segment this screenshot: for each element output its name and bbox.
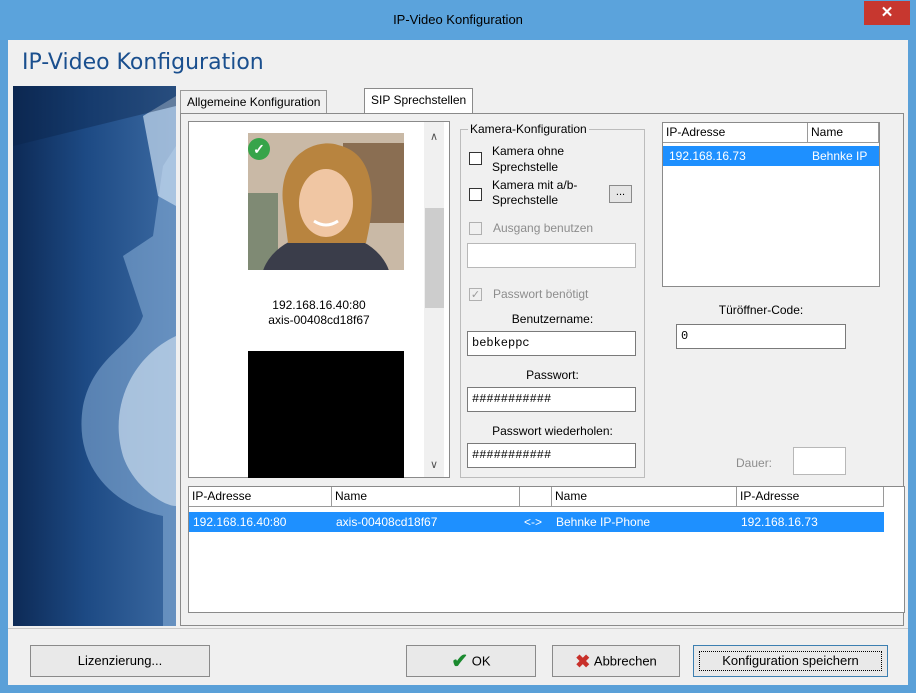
ok-button[interactable]: ✔ OK <box>406 645 536 677</box>
kamera-ohne-label: Kamera ohne Sprechstelle <box>492 144 565 174</box>
sip-header-name[interactable]: Name <box>808 123 879 143</box>
scrollbar-thumb[interactable] <box>425 208 444 308</box>
tab-allgemeine-konfiguration[interactable]: Allgemeine Konfiguration <box>180 90 328 114</box>
map-row-name2: Behnke IP-Phone <box>556 515 651 529</box>
tab-sip-sprechstellen[interactable]: SIP Sprechstellen <box>364 88 474 114</box>
kamera-konfiguration-title: Kamera-Konfiguration <box>468 122 589 136</box>
lizenzierung-button[interactable]: Lizenzierung... <box>30 645 210 677</box>
passwort-field[interactable]: ########### <box>467 387 636 412</box>
ok-button-label: OK <box>471 653 491 669</box>
window-title: IP-Video Konfiguration <box>393 12 523 27</box>
sip-header-ip[interactable]: IP-Adresse <box>663 123 808 143</box>
map-header-link[interactable] <box>520 487 552 507</box>
kamera-mit-label: Kamera mit a/b-Sprechstelle <box>492 178 578 207</box>
wrench-illustration <box>13 86 176 626</box>
ausgang-label: Ausgang benutzen <box>493 221 594 235</box>
passwort-wiederholen-field[interactable]: ########### <box>467 443 636 468</box>
kamera-mit-checkbox[interactable] <box>469 188 482 201</box>
camera-ip-label: 192.168.16.40:80 <box>272 298 366 312</box>
map-header-name2[interactable]: Name <box>552 487 737 507</box>
passwort-benoetigt-checkbox[interactable]: ✓ <box>469 288 482 301</box>
kamera-mit-browse-button[interactable]: ... <box>609 185 632 203</box>
passwort-wiederholen-label: Passwort wiederholen: <box>492 424 613 438</box>
kamera-ohne-checkbox[interactable] <box>469 152 482 165</box>
tueroeffner-field[interactable]: 0 <box>676 324 846 349</box>
person-photo <box>248 133 404 270</box>
dauer-label: Dauer: <box>736 456 773 470</box>
cancel-x-icon: ✖ <box>575 651 591 672</box>
abbrechen-button[interactable]: ✖ Abbrechen <box>552 645 680 677</box>
benutzername-label: Benutzername: <box>511 312 594 326</box>
ok-check-icon: ✔ <box>451 650 469 673</box>
camera-snapshot-empty[interactable] <box>248 351 404 478</box>
sip-row-ip: 192.168.16.73 <box>669 149 746 163</box>
konfiguration-speichern-button[interactable]: Konfiguration speichern <box>693 645 888 677</box>
scroll-down-icon[interactable]: ∨ <box>424 456 444 474</box>
map-row-ip1: 192.168.16.40:80 <box>193 515 287 529</box>
map-row-name1: axis-00408cd18f67 <box>336 515 438 529</box>
benutzername-field[interactable]: bebkeppc <box>467 331 636 356</box>
camera-name-label: axis-00408cd18f67 <box>268 313 370 327</box>
scroll-up-icon[interactable]: ∧ <box>424 128 444 146</box>
map-row-ip2: 192.168.16.73 <box>741 515 818 529</box>
footer-divider <box>8 628 908 629</box>
map-row-link: <-> <box>524 515 543 529</box>
status-check-icon: ✓ <box>248 138 270 160</box>
side-banner-image <box>13 86 176 626</box>
map-header-ip2[interactable]: IP-Adresse <box>737 487 884 507</box>
ausgang-checkbox[interactable] <box>469 222 482 235</box>
ausgang-field[interactable] <box>467 243 636 268</box>
dialog-heading: IP-Video Konfiguration <box>22 50 264 75</box>
passwort-benoetigt-label: Passwort benötigt <box>493 287 589 301</box>
camera-snapshot-image[interactable] <box>248 133 404 270</box>
abbrechen-button-label: Abbrechen <box>593 653 657 669</box>
dauer-field[interactable] <box>793 447 846 475</box>
close-button[interactable]: ✕ <box>864 1 910 25</box>
speichern-button-label: Konfiguration speichern <box>722 653 859 668</box>
map-header-ip1[interactable]: IP-Adresse <box>189 487 332 507</box>
passwort-label: Passwort: <box>526 368 579 382</box>
sip-row-name: Behnke IP <box>812 149 868 163</box>
map-header-name1[interactable]: Name <box>332 487 520 507</box>
tueroeffner-label: Türöffner-Code: <box>718 303 804 317</box>
